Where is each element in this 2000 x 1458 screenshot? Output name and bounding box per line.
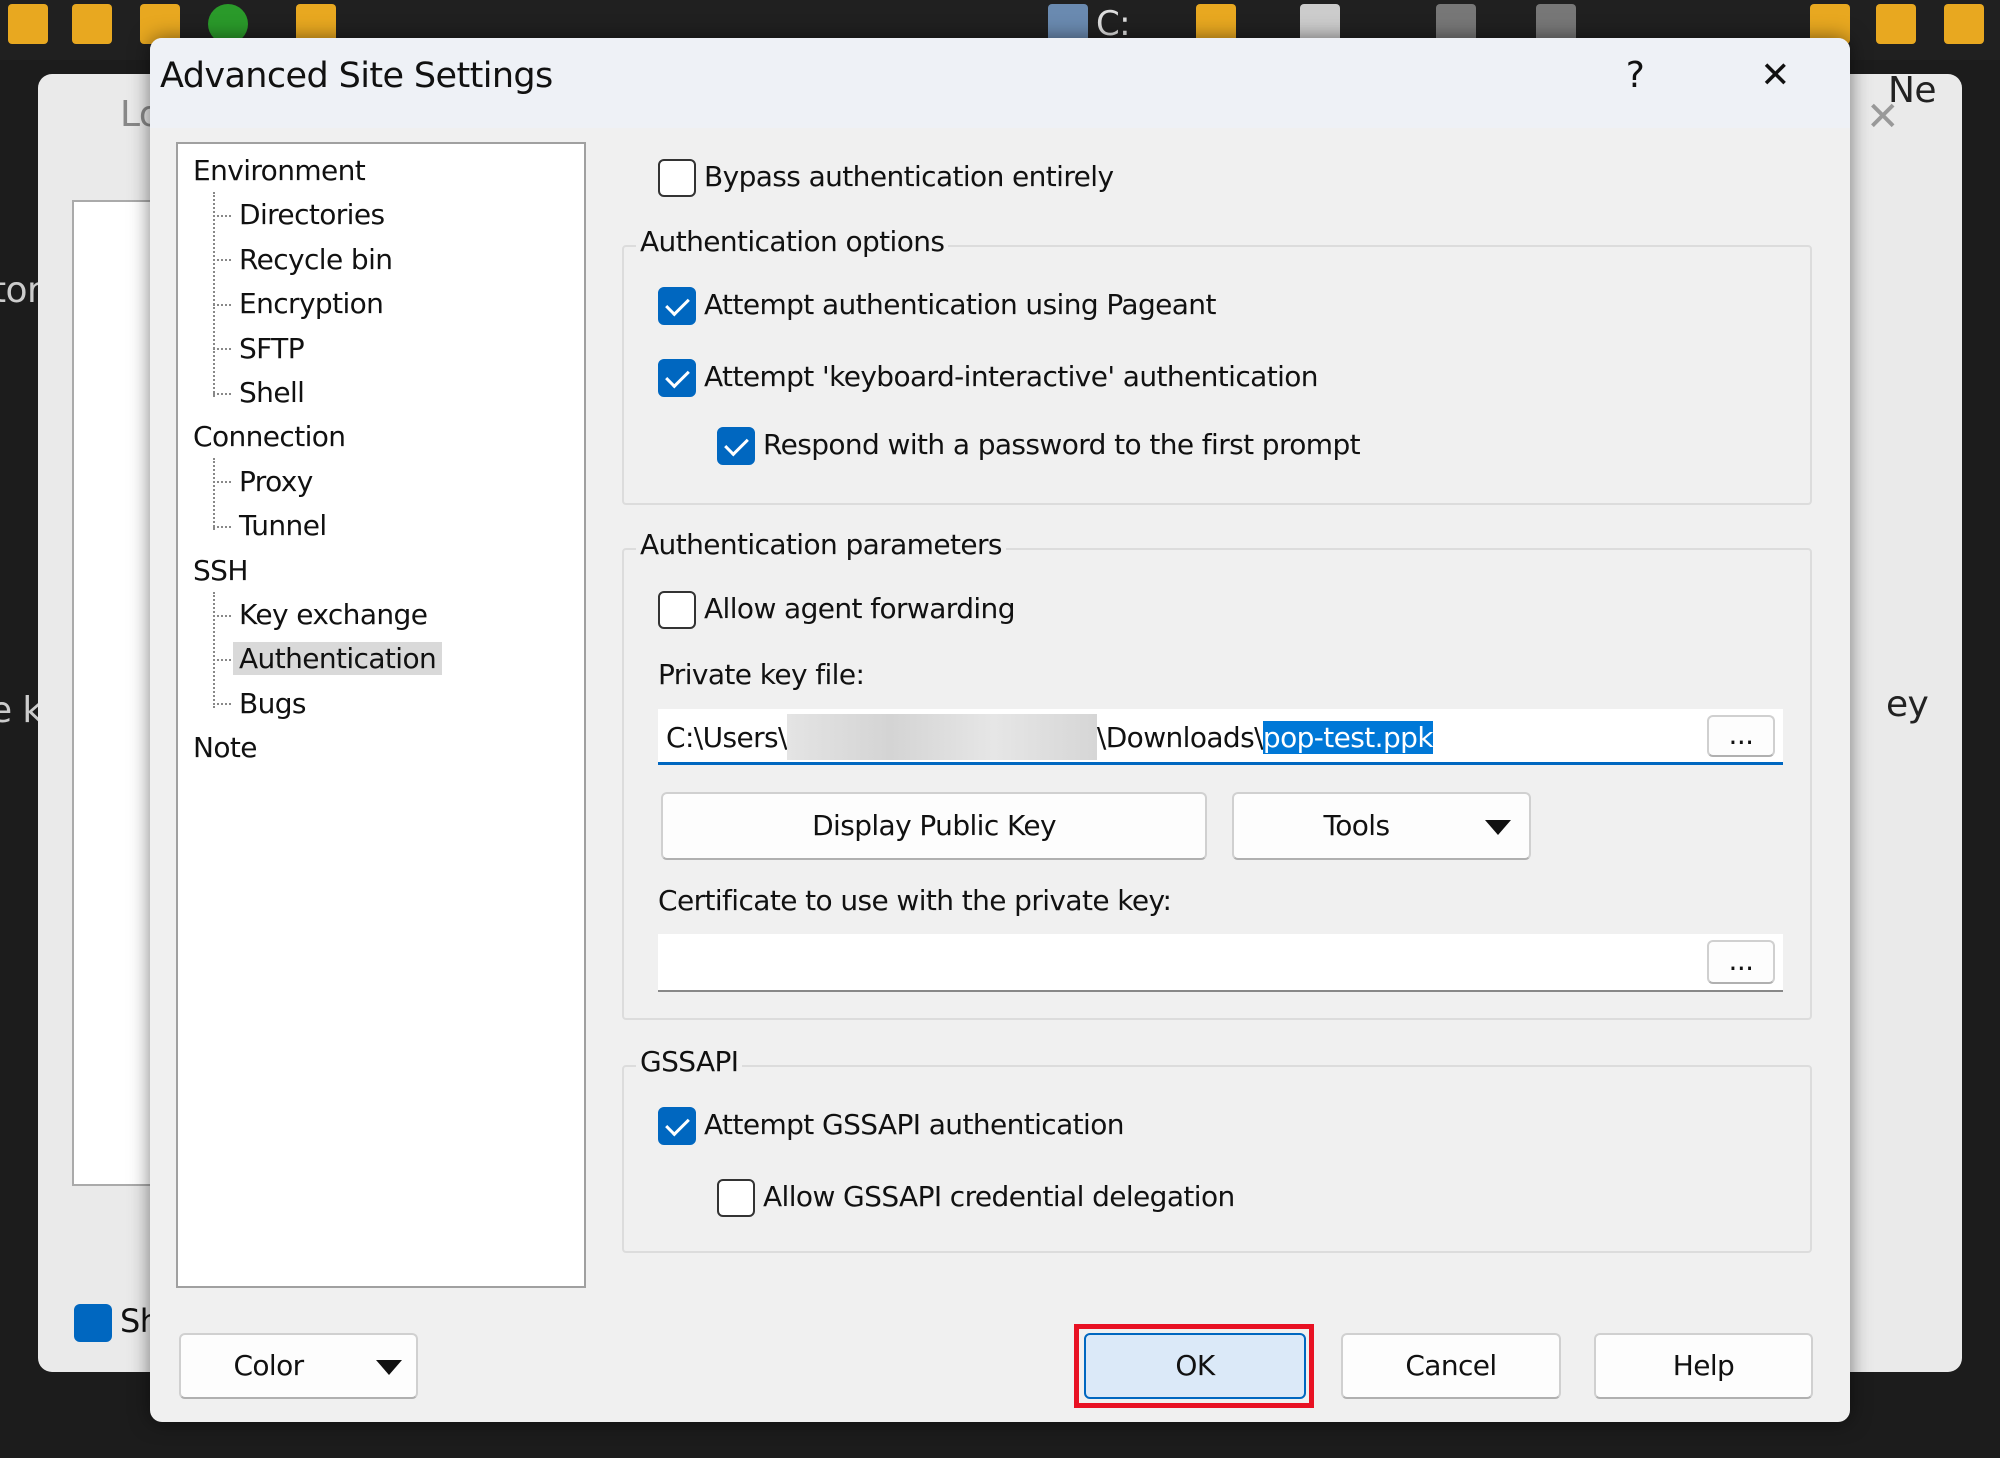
private-key-input[interactable]: C:\Users\ \Downloads\ pop-test.ppk ... xyxy=(658,709,1783,765)
gssapi-label: Attempt GSSAPI authentication xyxy=(704,1108,1124,1141)
tree-item-label: Authentication xyxy=(233,642,443,676)
settings-tree[interactable]: Environment Directories Recycle bin Encrypt… xyxy=(176,142,586,1288)
ok-button[interactable]: OK xyxy=(1084,1333,1306,1399)
tree-item-label: Shell xyxy=(239,376,305,409)
tree-item-directories[interactable]: Directories xyxy=(212,198,385,232)
group-title: Authentication parameters xyxy=(636,528,1006,561)
path-middle: \Downloads\ xyxy=(1096,720,1264,754)
bg-fragment: e k xyxy=(0,690,43,731)
gssapi-delegation-label: Allow GSSAPI credential delegation xyxy=(763,1180,1235,1213)
tree-item-note[interactable]: Note xyxy=(193,731,257,764)
gssapi-group xyxy=(622,1065,1812,1253)
gssapi-delegation-checkbox[interactable] xyxy=(717,1179,755,1217)
tree-item-sftp[interactable]: SFTP xyxy=(213,331,305,365)
root-folder-icon[interactable] xyxy=(1876,4,1916,44)
tree-item-connection[interactable]: Connection xyxy=(193,420,346,454)
group-title: GSSAPI xyxy=(636,1045,743,1078)
tree-item-encryption[interactable]: Encryption xyxy=(212,287,384,321)
tree-item-bugs[interactable]: Bugs xyxy=(213,686,307,720)
help-button[interactable]: Help xyxy=(1594,1333,1813,1399)
certificate-label: Certificate to use with the private key: xyxy=(658,884,1172,917)
tree-item-authentication[interactable]: Authentication xyxy=(212,642,443,676)
checkbox[interactable] xyxy=(74,1304,112,1342)
tree-item-label: Encryption xyxy=(239,287,384,321)
gssapi-checkbox[interactable] xyxy=(658,1107,696,1145)
agent-forwarding-label: Allow agent forwarding xyxy=(704,592,1015,625)
tree-item-label: Tunnel xyxy=(239,509,327,543)
close-icon[interactable]: ✕ xyxy=(1866,94,1900,140)
pageant-label: Attempt authentication using Pageant xyxy=(704,288,1216,321)
close-icon[interactable]: ✕ xyxy=(1740,46,1810,106)
bg-fragment: tor xyxy=(0,270,42,311)
tree-item-tunnel[interactable]: Tunnel xyxy=(213,509,327,543)
bg-fragment: ey xyxy=(1886,684,1929,725)
tree-item-label: SSH xyxy=(193,553,248,587)
agent-forwarding-checkbox[interactable] xyxy=(658,591,696,629)
group-title: Authentication options xyxy=(636,225,949,258)
tree-item-label: Directories xyxy=(239,198,385,232)
respond-password-checkbox[interactable] xyxy=(717,427,755,465)
tree-item-label: Bugs xyxy=(239,686,307,720)
root-folder-icon[interactable] xyxy=(72,4,112,44)
tree-item-label: SFTP xyxy=(239,331,305,365)
path-selected-filename: pop-test.ppk xyxy=(1262,720,1434,754)
folder-up-icon[interactable] xyxy=(8,4,48,44)
bypass-checkbox[interactable] xyxy=(658,159,696,197)
keyboard-interactive-checkbox[interactable] xyxy=(658,359,696,397)
chevron-down-icon xyxy=(376,1360,402,1375)
tree-item-label: Recycle bin xyxy=(239,242,393,276)
private-key-label: Private key file: xyxy=(658,658,865,691)
tools-label: Tools xyxy=(1323,809,1391,842)
color-label: Color xyxy=(233,1349,304,1382)
home-icon[interactable] xyxy=(1944,4,1984,44)
advanced-site-settings-dialog: Advanced Site Settings ? ✕ Environment Di… xyxy=(150,38,1850,1422)
tools-dropdown-button[interactable]: Tools xyxy=(1232,792,1531,860)
tree-item-label: Note xyxy=(193,731,257,765)
redacted-username xyxy=(786,714,1097,760)
tree-connector xyxy=(213,458,215,531)
keyboard-interactive-label: Attempt 'keyboard-interactive' authentic… xyxy=(704,360,1319,393)
pageant-checkbox[interactable] xyxy=(658,287,696,325)
tree-item-label: Environment xyxy=(193,154,366,187)
tree-item-recycle-bin[interactable]: Recycle bin xyxy=(212,242,393,276)
tree-item-label: Connection xyxy=(193,420,346,454)
dialog-title: Advanced Site Settings xyxy=(160,56,553,96)
title-bar: Advanced Site Settings ? ✕ xyxy=(150,38,1850,128)
tree-item-proxy[interactable]: Proxy xyxy=(213,464,313,498)
tree-connector xyxy=(213,591,215,708)
site-list[interactable] xyxy=(72,200,152,1186)
help-icon[interactable]: ? xyxy=(1600,46,1670,106)
display-public-key-button[interactable]: Display Public Key xyxy=(661,792,1207,860)
path-prefix: C:\Users\ xyxy=(666,720,787,754)
tree-item-shell[interactable]: Shell xyxy=(212,376,305,409)
tree-item-ssh[interactable]: SSH xyxy=(193,554,248,587)
tree-item-environment[interactable]: Environment xyxy=(193,154,366,187)
color-dropdown-button[interactable]: Color xyxy=(179,1333,418,1399)
certificate-input[interactable]: ... xyxy=(658,934,1783,992)
tree-item-label: Proxy xyxy=(239,464,313,498)
chevron-down-icon xyxy=(1485,820,1511,835)
bypass-label: Bypass authentication entirely xyxy=(704,160,1114,193)
tree-item-label: Key exchange xyxy=(239,598,428,631)
cancel-button[interactable]: Cancel xyxy=(1341,1333,1561,1399)
browse-private-key-button[interactable]: ... xyxy=(1707,715,1775,757)
browse-certificate-button[interactable]: ... xyxy=(1707,940,1775,984)
respond-password-label: Respond with a password to the first pro… xyxy=(763,428,1361,461)
tree-connector xyxy=(213,192,215,397)
tree-item-key-exchange[interactable]: Key exchange xyxy=(212,598,428,631)
